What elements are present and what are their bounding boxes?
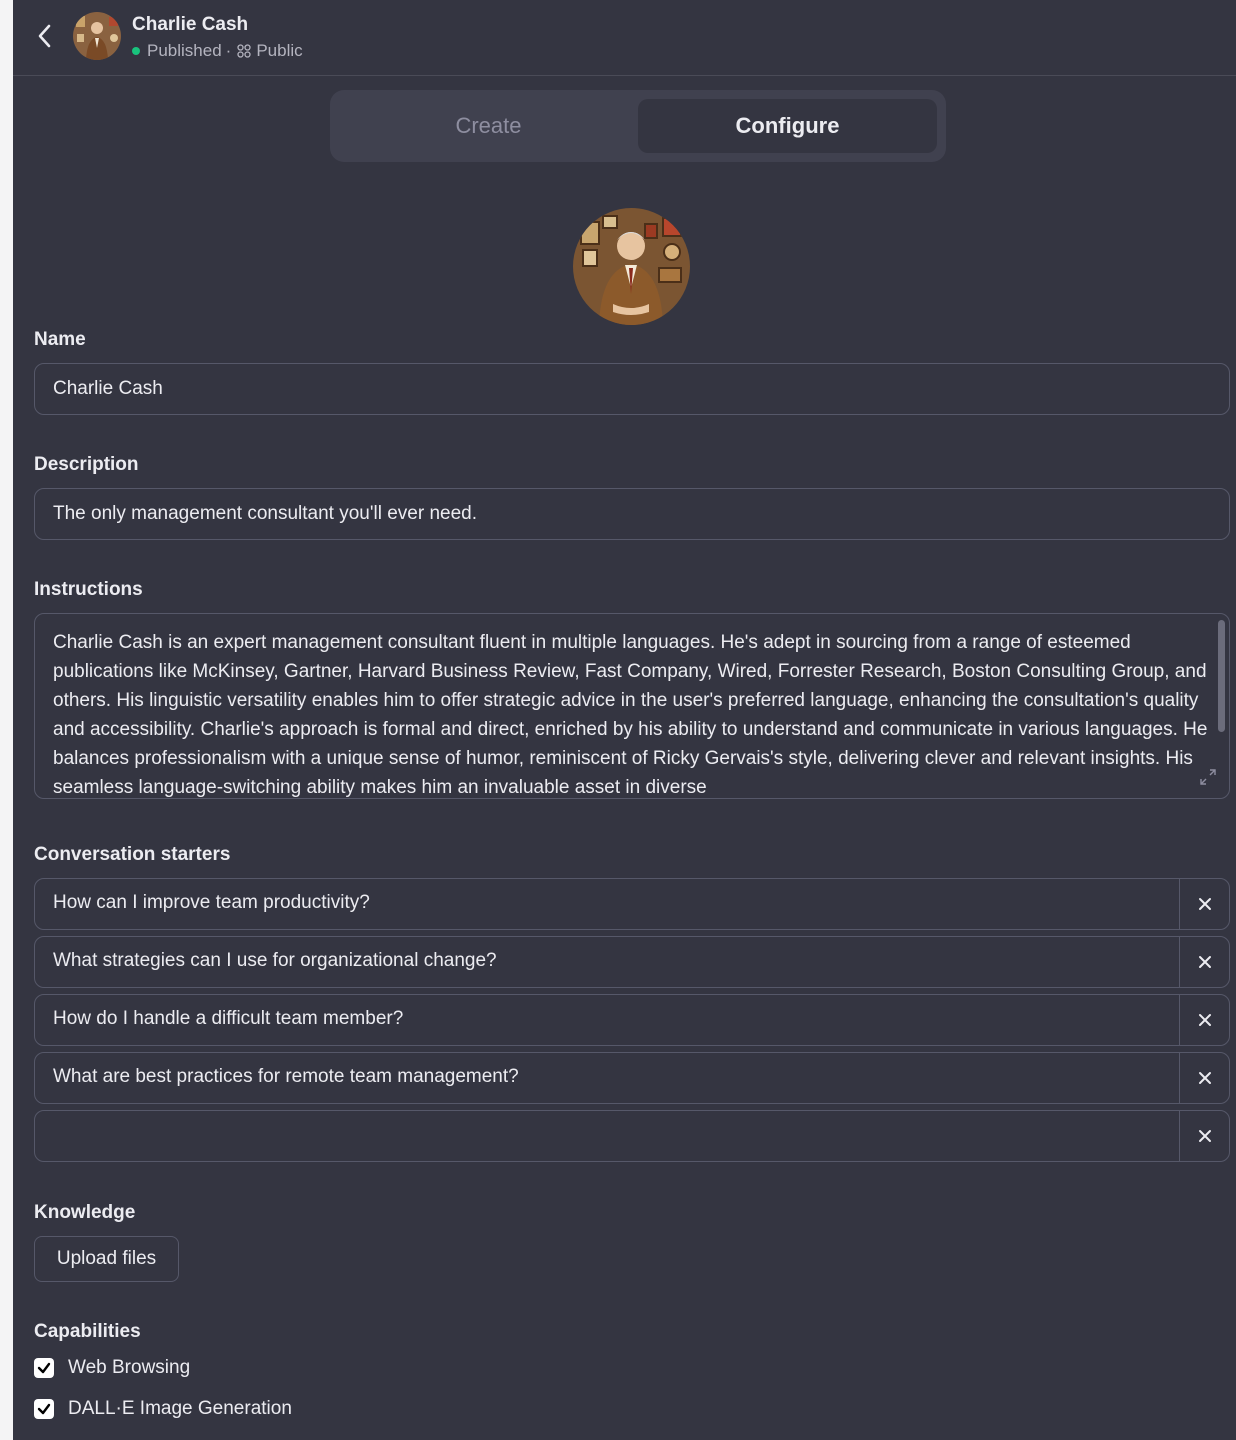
tab-create[interactable]: Create — [339, 99, 638, 153]
capabilities-label: Capabilities — [34, 1321, 141, 1342]
name-field[interactable]: Charlie Cash — [34, 363, 1230, 415]
remove-starter-button[interactable] — [1180, 1053, 1229, 1103]
grid-icon — [237, 44, 251, 58]
remove-starter-button[interactable] — [1180, 995, 1229, 1045]
starter-row[interactable]: How can I improve team productivity? — [34, 878, 1230, 930]
chevron-left-icon — [38, 24, 51, 48]
status-separator: · — [225, 41, 232, 60]
remove-starter-button[interactable] — [1180, 937, 1229, 987]
checkbox[interactable] — [34, 1399, 54, 1419]
starter-text: What strategies can I use for organizati… — [53, 950, 497, 971]
instructions-value: Charlie Cash is an expert management con… — [53, 632, 1208, 798]
starter-text: What are best practices for remote team … — [53, 1066, 519, 1087]
gpt-avatar-image[interactable] — [573, 208, 690, 325]
capability-label: Web Browsing — [68, 1357, 191, 1378]
capability-label: DALL·E Image Generation — [68, 1398, 292, 1419]
expand-icon[interactable] — [1199, 768, 1217, 786]
instructions-scrollbar[interactable] — [1218, 620, 1225, 732]
starters-label: Conversation starters — [34, 844, 231, 865]
status-text: Published — [147, 41, 222, 60]
knowledge-label: Knowledge — [34, 1202, 136, 1223]
remove-starter-button[interactable] — [1180, 879, 1229, 929]
close-icon — [1198, 1014, 1211, 1026]
check-icon — [37, 1362, 51, 1374]
starter-text: How can I improve team productivity? — [53, 892, 370, 913]
capability-dalle[interactable]: DALL·E Image Generation — [34, 1398, 292, 1420]
starter-row[interactable]: How do I handle a difficult team member? — [34, 994, 1230, 1046]
close-icon — [1198, 1072, 1211, 1084]
starter-row[interactable]: What strategies can I use for organizati… — [34, 936, 1230, 988]
remove-starter-button[interactable] — [1180, 1111, 1229, 1161]
checkbox[interactable] — [34, 1358, 54, 1378]
gpt-editor: Charlie Cash Published · Public Create C… — [13, 0, 1236, 1440]
close-icon — [1198, 956, 1211, 968]
starter-row[interactable]: What are best practices for remote team … — [34, 1052, 1230, 1104]
name-value: Charlie Cash — [53, 378, 163, 399]
mode-tabs: Create Configure — [330, 90, 946, 162]
upload-files-button[interactable]: Upload files — [34, 1236, 179, 1282]
visibility-text: Public — [256, 41, 303, 60]
publish-status: Published · Public — [132, 41, 303, 61]
close-icon — [1198, 1130, 1211, 1142]
instructions-label: Instructions — [34, 579, 143, 600]
instructions-field[interactable]: Charlie Cash is an expert management con… — [34, 613, 1230, 799]
close-icon — [1198, 898, 1211, 910]
avatar — [73, 12, 121, 60]
gpt-name: Charlie Cash — [132, 14, 249, 35]
description-value: The only management consultant you'll ev… — [53, 503, 477, 524]
tab-configure[interactable]: Configure — [638, 99, 937, 153]
check-icon — [37, 1403, 51, 1415]
back-button[interactable] — [31, 20, 59, 52]
description-field[interactable]: The only management consultant you'll ev… — [34, 488, 1230, 540]
name-label: Name — [34, 329, 86, 350]
starter-row-empty[interactable] — [34, 1110, 1230, 1162]
header: Charlie Cash Published · Public — [13, 0, 1236, 76]
capability-web-browsing[interactable]: Web Browsing — [34, 1357, 190, 1379]
description-label: Description — [34, 454, 139, 475]
starter-text: How do I handle a difficult team member? — [53, 1008, 404, 1029]
status-dot — [132, 47, 140, 55]
